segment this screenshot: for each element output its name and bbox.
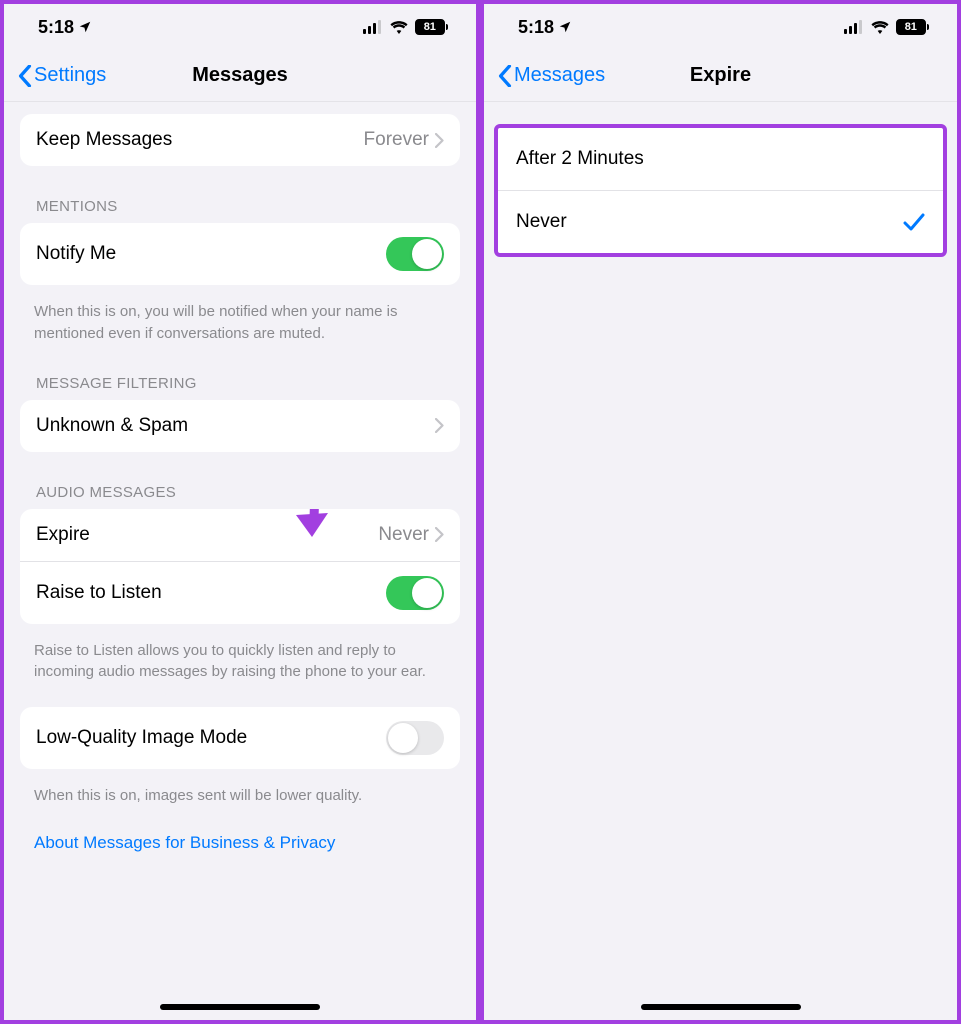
wifi-icon (870, 20, 890, 34)
section-mentions: MENTIONS (4, 172, 476, 223)
note-audio: Raise to Listen allows you to quickly li… (4, 630, 476, 688)
toggle-low-quality[interactable] (386, 721, 444, 755)
home-indicator[interactable] (160, 1004, 320, 1010)
back-button-messages[interactable]: Messages (492, 60, 611, 91)
row-label: Notify Me (36, 243, 386, 265)
wifi-icon (389, 20, 409, 34)
row-label: Unknown & Spam (36, 415, 435, 437)
battery-icon: 81 (415, 19, 448, 35)
status-time: 5:18 (518, 17, 554, 38)
row-expire[interactable]: Expire Never (20, 509, 460, 561)
back-label: Messages (514, 64, 605, 87)
toggle-raise-to-listen[interactable] (386, 576, 444, 610)
chevron-left-icon (498, 65, 512, 87)
row-label: Keep Messages (36, 129, 364, 151)
checkmark-icon (903, 212, 925, 232)
back-label: Settings (34, 64, 106, 87)
chevron-right-icon (435, 133, 444, 148)
note-lowq: When this is on, images sent will be low… (4, 775, 476, 811)
home-indicator[interactable] (641, 1004, 801, 1010)
row-value: Forever (364, 129, 429, 151)
section-filtering: MESSAGE FILTERING (4, 349, 476, 400)
row-low-quality-image[interactable]: Low-Quality Image Mode (20, 707, 460, 769)
chevron-right-icon (435, 527, 444, 542)
location-icon (78, 20, 92, 34)
note-mentions: When this is on, you will be notified wh… (4, 291, 476, 349)
option-label: Never (516, 211, 903, 233)
about-link[interactable]: About Messages for Business & Privacy (4, 811, 365, 875)
back-button-settings[interactable]: Settings (12, 60, 112, 91)
nav-bar: Messages Expire (484, 50, 957, 102)
expire-options-group: After 2 Minutes Never (494, 124, 947, 257)
row-unknown-spam[interactable]: Unknown & Spam (20, 400, 460, 452)
cellular-icon (844, 20, 864, 34)
row-raise-to-listen[interactable]: Raise to Listen (20, 561, 460, 624)
row-keep-messages[interactable]: Keep Messages Forever (20, 114, 460, 166)
screenshot-messages-settings: 5:18 81 Settings Messages Keep Messages … (0, 0, 480, 1024)
row-label: Expire (36, 524, 378, 546)
expire-content: After 2 Minutes Never (484, 102, 957, 1020)
option-never[interactable]: Never (498, 190, 943, 253)
battery-icon: 81 (896, 19, 929, 35)
settings-content: Keep Messages Forever MENTIONS Notify Me… (4, 102, 476, 1020)
chevron-left-icon (18, 65, 32, 87)
option-label: After 2 Minutes (516, 148, 925, 170)
status-bar: 5:18 81 (4, 4, 476, 50)
chevron-right-icon (435, 418, 444, 433)
location-icon (558, 20, 572, 34)
row-label: Raise to Listen (36, 582, 386, 604)
row-label: Low-Quality Image Mode (36, 727, 386, 749)
nav-bar: Settings Messages (4, 50, 476, 102)
row-notify-me[interactable]: Notify Me (20, 223, 460, 285)
option-after-2-minutes[interactable]: After 2 Minutes (498, 128, 943, 190)
screenshot-expire-options: 5:18 81 Messages Expire After 2 Minutes … (480, 0, 961, 1024)
row-value: Never (378, 524, 429, 546)
section-audio: AUDIO MESSAGES (4, 458, 476, 509)
toggle-notify-me[interactable] (386, 237, 444, 271)
status-time: 5:18 (38, 17, 74, 38)
status-bar: 5:18 81 (484, 4, 957, 50)
cellular-icon (363, 20, 383, 34)
